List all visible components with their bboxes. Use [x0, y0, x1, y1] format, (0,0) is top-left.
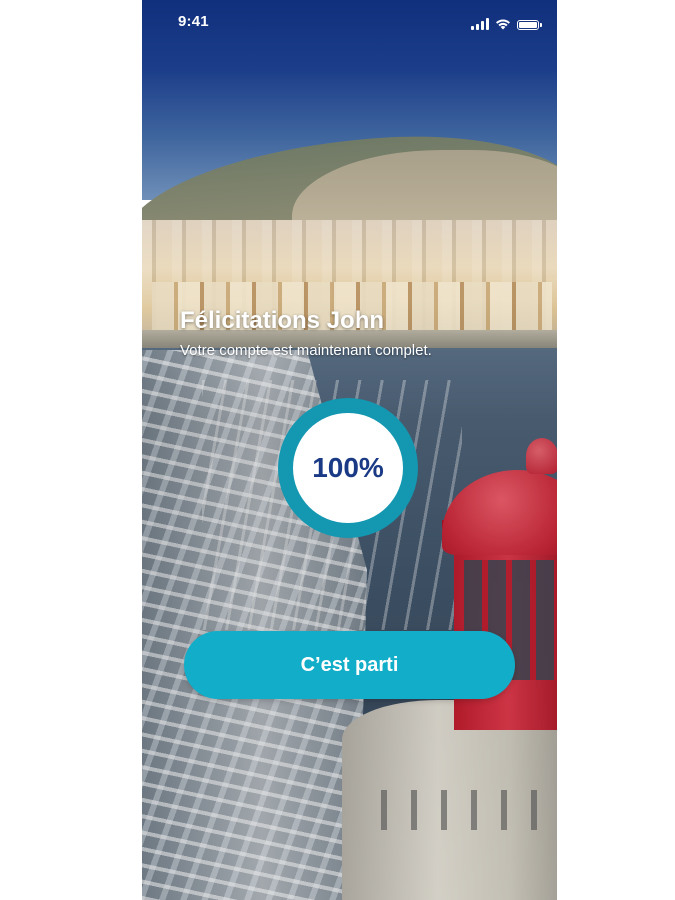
congratulations-title: Félicitations John	[180, 307, 385, 334]
progress-center: 100%	[293, 413, 403, 523]
battery-icon	[517, 20, 542, 30]
phone-screen: 9:41 Félicitations John Votre compte est…	[142, 0, 557, 900]
wifi-icon	[496, 19, 510, 30]
status-icons	[471, 16, 542, 30]
account-complete-subtitle: Votre compte est maintenant complet.	[180, 342, 432, 359]
completion-progress-ring: 100%	[278, 398, 418, 538]
status-bar: 9:41	[142, 0, 557, 44]
get-started-button[interactable]: C’est parti	[184, 631, 515, 699]
cellular-signal-icon	[471, 18, 489, 30]
progress-percentage: 100%	[312, 452, 384, 483]
get-started-button-label: C’est parti	[300, 653, 399, 676]
status-time: 9:41	[178, 13, 209, 30]
